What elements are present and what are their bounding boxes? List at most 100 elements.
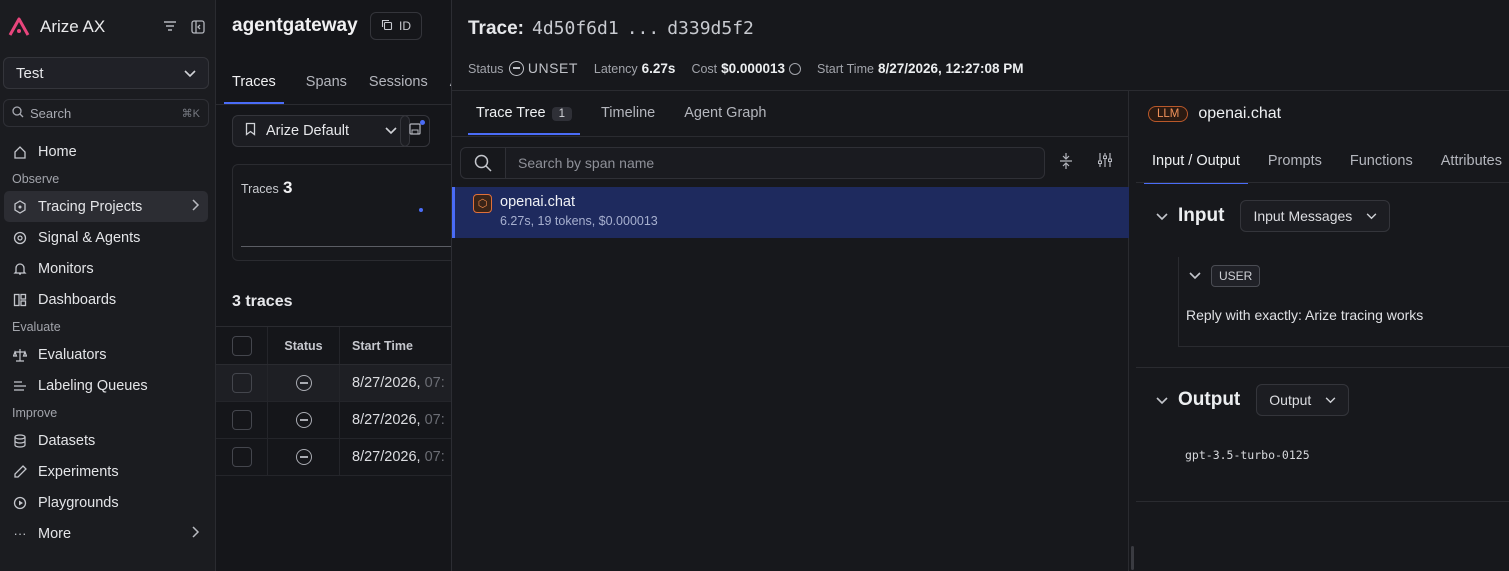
view-select[interactable]: Arize Default	[232, 115, 410, 147]
chevron-right-icon	[192, 198, 200, 215]
output-view-select[interactable]: Output	[1256, 384, 1350, 416]
span-search-input[interactable]: Search by span name	[505, 147, 1045, 179]
search-icon[interactable]	[460, 147, 506, 179]
more-icon: ···	[13, 526, 27, 541]
space-select[interactable]: Test	[3, 57, 209, 89]
sidebar-search-placeholder: Search	[30, 105, 72, 121]
collapse-all-icon[interactable]	[1060, 153, 1072, 172]
chevron-down-icon[interactable]	[1156, 208, 1168, 224]
arize-logo-icon	[8, 17, 30, 36]
row-check-cell	[216, 365, 268, 401]
tab-agent-graph[interactable]: Agent Graph	[676, 105, 774, 135]
copy-id-label: ID	[399, 19, 411, 33]
chevron-down-icon[interactable]	[1156, 392, 1168, 408]
tab-trace-tree[interactable]: Trace Tree 1	[468, 105, 580, 135]
input-view-select[interactable]: Input Messages	[1240, 200, 1391, 232]
column-status[interactable]: Status	[268, 327, 340, 364]
tab-functions[interactable]: Functions	[1342, 153, 1421, 184]
trace-id-end[interactable]: d339d5f2	[667, 18, 754, 39]
sidebar: Arize AX Test Search ⌘K Home Observe Tra…	[0, 0, 216, 571]
table-row[interactable]: 8/27/2026, 07:	[216, 402, 452, 439]
unset-status-icon	[509, 61, 525, 76]
tracing-icon	[12, 199, 28, 214]
settings-sliders-icon[interactable]	[1098, 153, 1112, 170]
project-title: agentgateway	[232, 15, 358, 36]
span-search-row: Search by span name	[460, 147, 1120, 179]
row-checkbox[interactable]	[231, 447, 252, 467]
copy-icon	[381, 19, 393, 34]
start-time-cell: 8/27/2026, 07:	[340, 412, 452, 428]
start-time-cell: 8/27/2026, 07:	[340, 375, 452, 391]
dashboard-icon	[12, 293, 28, 307]
sidebar-section-improve: Improve	[12, 406, 58, 420]
play-icon	[12, 496, 28, 510]
span-row[interactable]: ⬡ openai.chat 6.27s, 19 tokens, $0.00001…	[452, 187, 1129, 238]
signal-icon	[12, 231, 28, 245]
output-view-select-value: Output	[1269, 392, 1312, 408]
sidebar-item-label: Experiments	[38, 463, 119, 480]
sidebar-item-monitors[interactable]: Monitors	[4, 253, 208, 284]
sidebar-item-signal-agents[interactable]: Signal & Agents	[4, 222, 208, 253]
column-start-time[interactable]: Start Time	[340, 339, 452, 353]
space-select-value: Test	[16, 64, 44, 82]
row-checkbox[interactable]	[231, 410, 252, 430]
table-row[interactable]: 8/27/2026, 07:	[216, 439, 452, 476]
save-view-button[interactable]	[400, 115, 430, 147]
status-label: Status	[468, 62, 504, 76]
sidebar-item-datasets[interactable]: Datasets	[4, 425, 208, 456]
traces-table: Status Start Time 8/27/2026, 07: 8/27/20…	[216, 326, 452, 476]
search-shortcut: ⌘K	[181, 107, 200, 120]
brand[interactable]: Arize AX	[8, 16, 105, 38]
sidebar-item-label: Labeling Queues	[38, 377, 148, 394]
sidebar-item-labeling-queues[interactable]: Labeling Queues	[4, 370, 208, 401]
table-row[interactable]: 8/27/2026, 07:	[216, 365, 452, 402]
tab-input-output[interactable]: Input / Output	[1144, 153, 1248, 184]
unsaved-dot	[420, 120, 425, 125]
row-checkbox[interactable]	[231, 373, 252, 393]
start-time-date: 8/27/2026,	[352, 449, 421, 465]
trace-id-start[interactable]: 4d50f6d1	[532, 18, 619, 39]
tab-prompts[interactable]: Prompts	[1260, 153, 1330, 184]
span-search-placeholder: Search by span name	[518, 155, 655, 171]
output-section-title: Output	[1178, 389, 1241, 410]
tab-timeline[interactable]: Timeline	[593, 105, 663, 135]
select-all-checkbox[interactable]	[231, 335, 252, 356]
sidebar-item-label: Evaluators	[38, 346, 107, 363]
chart-axis	[241, 246, 461, 247]
output-section-header: Output Output	[1156, 384, 1350, 416]
sidebar-item-dashboards[interactable]: Dashboards	[4, 284, 208, 315]
chevron-down-icon	[1325, 396, 1336, 403]
pane-resize-handle[interactable]	[1131, 546, 1134, 570]
sidebar-item-experiments[interactable]: Experiments	[4, 456, 208, 487]
tree-tabs: Trace Tree 1 Timeline Agent Graph	[468, 105, 774, 135]
sidebar-item-tracing-projects[interactable]: Tracing Projects	[4, 191, 208, 222]
sidebar-item-playgrounds[interactable]: Playgrounds	[4, 487, 208, 518]
tab-sessions[interactable]: Sessions	[369, 74, 428, 104]
divider	[1136, 182, 1509, 183]
sidebar-item-home[interactable]: Home	[4, 136, 208, 167]
filter-icon[interactable]	[163, 20, 177, 36]
tab-spans[interactable]: Spans	[306, 74, 347, 104]
sidebar-search[interactable]: Search ⌘K	[3, 99, 209, 127]
divider	[1136, 501, 1509, 502]
sidebar-item-label: Home	[38, 143, 77, 160]
cost-value: $0.000013	[721, 60, 785, 76]
trace-meta: Status UNSET Latency 6.27s Cost $0.000013 …	[468, 60, 1024, 76]
trace-cost: Cost $0.000013	[691, 61, 801, 76]
input-section-title: Input	[1178, 205, 1225, 226]
sidebar-top-icons	[163, 20, 205, 36]
traces-card-label: Traces	[241, 182, 279, 196]
copy-id-button[interactable]: ID	[370, 12, 422, 40]
save-icon	[409, 122, 421, 140]
status-cell	[268, 439, 340, 475]
sidebar-item-evaluators[interactable]: Evaluators	[4, 339, 208, 370]
chevron-down-icon[interactable]	[1189, 267, 1201, 285]
collapse-sidebar-icon[interactable]	[191, 20, 205, 36]
tab-traces[interactable]: Traces	[224, 74, 284, 104]
tab-attributes[interactable]: Attributes	[1433, 153, 1509, 184]
sidebar-item-label: Signal & Agents	[38, 229, 141, 246]
trace-header: Trace: 4d50f6d1 ... d339d5f2 Status UNSE…	[452, 0, 1509, 91]
info-icon[interactable]	[788, 62, 801, 75]
message-role-badge: USER	[1211, 265, 1261, 287]
sidebar-item-more[interactable]: ··· More	[4, 518, 208, 549]
